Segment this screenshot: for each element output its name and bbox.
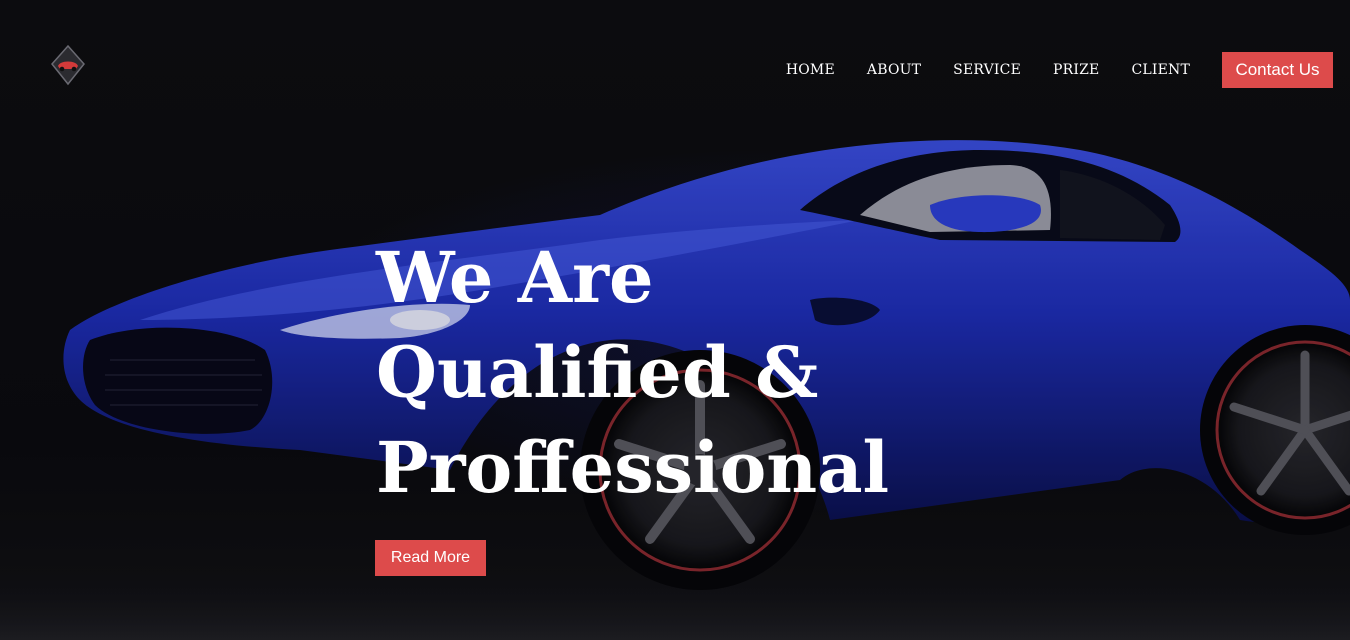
- contact-us-button[interactable]: Contact Us: [1222, 52, 1333, 88]
- hero-headline: We Are Qualified & Proffessional: [376, 230, 976, 515]
- nav-item-prize[interactable]: PRIZE: [1053, 62, 1099, 78]
- hero-section: HOME ABOUT SERVICE PRIZE CLIENT Contact …: [0, 0, 1350, 640]
- read-more-button[interactable]: Read More: [375, 540, 486, 576]
- nav-item-about[interactable]: ABOUT: [867, 62, 921, 78]
- headline-line-3: Proffessional: [376, 426, 890, 509]
- main-navigation: HOME ABOUT SERVICE PRIZE CLIENT Contact …: [786, 52, 1333, 88]
- nav-item-service[interactable]: SERVICE: [953, 62, 1021, 78]
- headline-line-1: We Are: [376, 236, 654, 319]
- nav-item-home[interactable]: HOME: [786, 62, 835, 78]
- car-logo-icon[interactable]: [50, 44, 86, 86]
- nav-item-client[interactable]: CLIENT: [1131, 62, 1190, 78]
- headline-line-2: Qualified &: [376, 331, 819, 414]
